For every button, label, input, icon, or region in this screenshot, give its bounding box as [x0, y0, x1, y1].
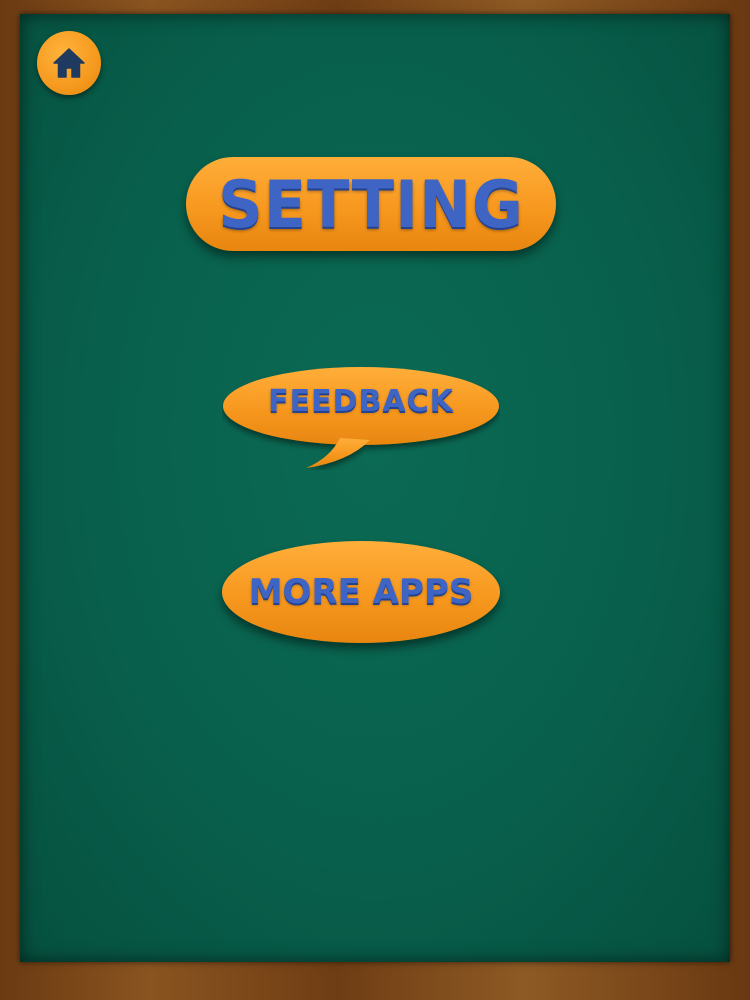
home-button[interactable]: [37, 31, 101, 95]
more-apps-button[interactable]: MORE APPS: [222, 541, 500, 643]
home-icon: [53, 48, 85, 78]
page-title: SETTING: [218, 165, 524, 243]
page-title-banner: SETTING: [186, 157, 556, 251]
wooden-frame: SETTING FEEDBACK MORE APPS: [0, 0, 750, 1000]
feedback-button[interactable]: FEEDBACK: [222, 366, 500, 468]
more-apps-label: MORE APPS: [248, 572, 474, 612]
feedback-label: FEEDBACK: [268, 384, 454, 419]
